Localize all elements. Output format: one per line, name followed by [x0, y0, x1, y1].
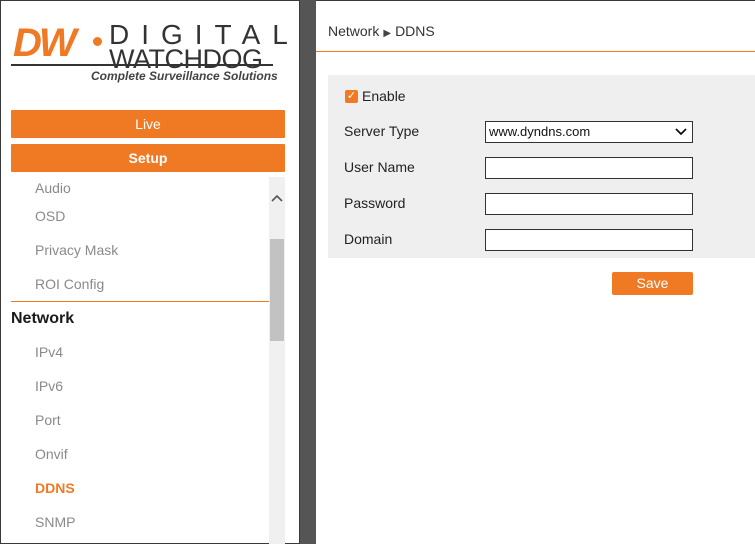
breadcrumb-current: DDNS	[395, 23, 435, 39]
live-button[interactable]: Live	[11, 110, 285, 138]
menu-item-osd[interactable]: OSD	[11, 199, 269, 233]
ddns-settings-panel: ✓ Enable Server Type www.dyndns.com User…	[328, 75, 755, 258]
enable-checkbox[interactable]: ✓	[345, 89, 358, 103]
enable-label: Enable	[362, 88, 406, 104]
menu-item-onvif[interactable]: Onvif	[11, 437, 269, 471]
server-type-value: www.dyndns.com	[489, 124, 591, 139]
menu-scrollbar[interactable]	[269, 177, 285, 544]
breadcrumb-arrow-icon: ▶	[383, 28, 392, 39]
logo-tagline: Complete Surveillance Solutions	[91, 69, 278, 83]
user-name-input[interactable]	[485, 157, 693, 179]
password-label: Password	[344, 195, 406, 211]
menu-item-audio[interactable]: Audio	[11, 177, 269, 199]
menu-item-ipv4[interactable]: IPv4	[11, 335, 269, 369]
password-input[interactable]	[485, 193, 693, 215]
menu-item-privacy-mask[interactable]: Privacy Mask	[11, 233, 269, 267]
logo-underline	[11, 64, 273, 66]
menu-item-ddns[interactable]: DDNS	[11, 471, 269, 505]
logo-mark: DW	[13, 21, 77, 65]
menu-item-snmp[interactable]: SNMP	[11, 505, 269, 539]
pane-divider[interactable]	[300, 0, 316, 544]
menu-item-port[interactable]: Port	[11, 403, 269, 437]
server-type-select[interactable]: www.dyndns.com	[485, 121, 693, 143]
breadcrumb-parent: Network	[328, 23, 380, 39]
server-type-label: Server Type	[344, 123, 420, 139]
logo-dot	[93, 37, 102, 46]
sidebar: DW DIGITAL WATCHDOG Complete Surveillanc…	[0, 0, 300, 544]
setup-button[interactable]: Setup	[11, 144, 285, 172]
menu-item-ipv6[interactable]: IPv6	[11, 369, 269, 403]
user-name-label: User Name	[344, 159, 415, 175]
scroll-up-icon[interactable]	[269, 191, 285, 207]
menu-section-network[interactable]: Network	[11, 301, 269, 335]
chevron-down-icon	[675, 122, 687, 148]
domain-label: Domain	[344, 231, 393, 247]
setup-menu: Audio OSD Privacy Mask ROI Config Networ…	[11, 177, 269, 544]
breadcrumb: Network ▶ DDNS	[328, 23, 435, 39]
save-button[interactable]: Save	[612, 272, 693, 295]
menu-item-roi-config[interactable]: ROI Config	[11, 267, 269, 301]
scroll-thumb[interactable]	[270, 239, 284, 341]
enable-row[interactable]: ✓ Enable	[345, 88, 406, 104]
brand-logo: DW DIGITAL WATCHDOG Complete Surveillanc…	[11, 15, 288, 93]
domain-input[interactable]	[485, 229, 693, 251]
breadcrumb-underline	[316, 51, 755, 52]
main-content: Network ▶ DDNS ✓ Enable Server Type www.dy…	[316, 0, 755, 544]
